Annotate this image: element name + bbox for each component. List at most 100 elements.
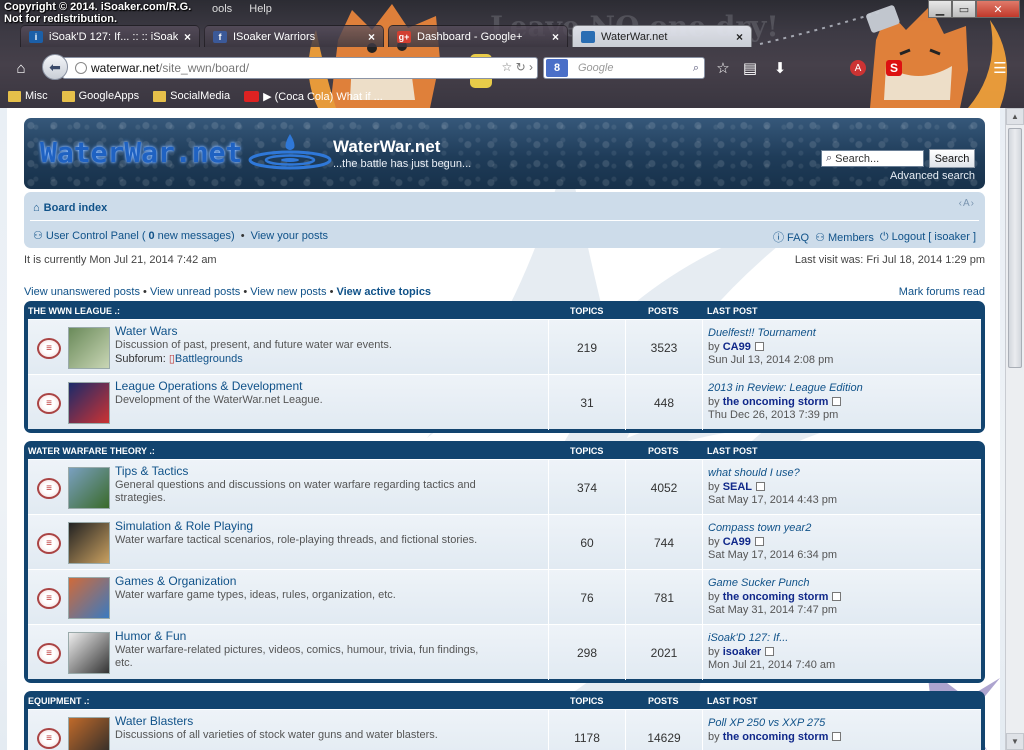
- board-index-link[interactable]: Board index: [44, 202, 108, 214]
- tab-waterwar[interactable]: WaterWar.net ×: [572, 25, 752, 47]
- forum-search-input[interactable]: ⌕ Search...: [821, 150, 924, 167]
- faq-link[interactable]: ⓘ FAQ: [773, 229, 809, 245]
- font-size-toggle[interactable]: ‹A›: [959, 198, 975, 209]
- last-post-author-link[interactable]: SEAL: [723, 481, 752, 493]
- view-latest-post-icon[interactable]: [754, 341, 764, 351]
- minimize-button[interactable]: ▁: [928, 0, 952, 18]
- scroll-up-arrow-icon[interactable]: ▲: [1006, 108, 1024, 125]
- posts-count: 2021: [625, 625, 702, 680]
- bookmark-socialmedia[interactable]: SocialMedia: [153, 87, 230, 105]
- last-post-author-link[interactable]: CA99: [723, 341, 751, 353]
- view-latest-post-icon[interactable]: [832, 591, 842, 601]
- view-unread-link[interactable]: View unread posts: [150, 286, 240, 298]
- last-post-author-link[interactable]: the oncoming storm: [723, 396, 829, 408]
- forum-description: Water warfare-related pictures, videos, …: [115, 644, 479, 669]
- last-post-topic-link[interactable]: what should I use?: [708, 467, 982, 481]
- home-icon[interactable]: ⌂: [11, 58, 31, 78]
- category-title[interactable]: EQUIPMENT .:: [28, 696, 90, 706]
- last-post-topic-link[interactable]: Game Sucker Punch: [708, 577, 982, 591]
- members-link[interactable]: ⚇ Members: [815, 231, 874, 244]
- forum-title-link[interactable]: Simulation & Role Playing: [115, 519, 253, 533]
- breadcrumb[interactable]: ⌂ Board index: [33, 202, 107, 214]
- last-post-author-link[interactable]: the oncoming storm: [723, 731, 829, 743]
- column-header-topics: TOPICS: [570, 696, 604, 706]
- logout-link[interactable]: ⏻ Logout [ isoaker ]: [880, 231, 976, 244]
- close-tab-icon[interactable]: ×: [368, 30, 375, 44]
- forum-title-link[interactable]: Water Blasters: [115, 714, 193, 728]
- bookmarks-list-icon[interactable]: ▤: [740, 58, 760, 78]
- view-latest-post-icon[interactable]: [756, 481, 766, 491]
- bookmark-misc[interactable]: Misc: [8, 87, 48, 105]
- user-control-panel-link[interactable]: ⚇ User Control Panel (0 new messages) • …: [33, 229, 328, 243]
- last-post-topic-link[interactable]: iSoak'D 127: If...: [708, 632, 982, 646]
- menu-hamburger-icon[interactable]: ☰: [990, 58, 1010, 78]
- menu-tools[interactable]: ools: [212, 3, 232, 15]
- last-post-topic-link[interactable]: Duelfest!! Tournament: [708, 327, 982, 341]
- forum-thumbnail-image: [68, 522, 110, 564]
- ucp-label: User Control Panel (: [45, 229, 146, 242]
- forum-read-status-icon: ≡: [37, 393, 61, 414]
- menu-help[interactable]: Help: [249, 3, 272, 15]
- category-title[interactable]: THE WWN LEAGUE .:: [28, 306, 120, 316]
- forum-title-link[interactable]: Water Wars: [115, 324, 177, 338]
- bookmark-star-icon[interactable]: ☆: [713, 58, 733, 78]
- mark-forums-read-link[interactable]: Mark forums read: [899, 286, 985, 298]
- last-post-author-link[interactable]: isoaker: [723, 646, 762, 658]
- close-tab-icon[interactable]: ×: [184, 30, 191, 44]
- close-tab-icon[interactable]: ×: [736, 30, 743, 44]
- search-bar[interactable]: 8 Google ⌕: [543, 57, 705, 79]
- url-bar[interactable]: waterwar.net/site_wwn/board/ ☆ ↻ ›: [62, 57, 538, 79]
- forum-row: ≡ League Operations & Development Developm…: [28, 374, 982, 430]
- category-title[interactable]: WATER WARFARE THEORY .:: [28, 446, 155, 456]
- last-post-author-line: by the oncoming storm: [708, 731, 982, 745]
- reload-icon[interactable]: ☆ ↻ ›: [502, 60, 533, 74]
- scroll-down-arrow-icon[interactable]: ▼: [1006, 733, 1024, 750]
- forum-search-button[interactable]: Search: [929, 149, 975, 168]
- scroll-thumb[interactable]: [1008, 128, 1022, 368]
- quick-links: View unanswered posts • View unread post…: [24, 286, 985, 298]
- close-window-button[interactable]: ✕: [976, 0, 1020, 18]
- last-post-topic-link[interactable]: Compass town year2: [708, 522, 982, 536]
- logout-label: Logout [ isoaker ]: [891, 230, 976, 243]
- tab-strip: i iSoak'D 127: If... :: :: iSoaker... × …: [20, 25, 752, 47]
- bookmarks-toolbar: Misc GoogleApps SocialMedia ▶ (Coca Cola…: [8, 87, 383, 105]
- downloads-icon[interactable]: ⬇: [770, 58, 790, 78]
- last-post-date: Sat May 31, 2014 7:47 pm: [708, 604, 838, 616]
- last-post-author-link[interactable]: the oncoming storm: [723, 591, 829, 603]
- topics-count: 219: [548, 320, 625, 375]
- extension-s-icon[interactable]: S: [886, 60, 902, 76]
- forum-title-link[interactable]: Tips & Tactics: [115, 464, 188, 478]
- view-new-link[interactable]: View new posts: [250, 286, 326, 298]
- bookmark-youtube[interactable]: ▶ (Coca Cola) What if ...: [244, 87, 383, 105]
- view-latest-post-icon[interactable]: [832, 731, 842, 741]
- current-time: It is currently Mon Jul 21, 2014 7:42 am: [24, 254, 217, 266]
- site-logo[interactable]: WaterWar.net: [40, 136, 242, 169]
- maximize-button[interactable]: ▭: [952, 0, 976, 18]
- advanced-search-link[interactable]: Advanced search: [890, 170, 975, 182]
- view-your-posts-link[interactable]: View your posts: [251, 230, 328, 242]
- google-search-engine-icon[interactable]: 8: [546, 59, 568, 77]
- view-latest-post-icon[interactable]: [765, 646, 775, 656]
- tab-google-plus[interactable]: g+ Dashboard - Google+ ×: [388, 25, 568, 47]
- bookmark-googleapps[interactable]: GoogleApps: [61, 87, 139, 105]
- forum-title-link[interactable]: Games & Organization: [115, 574, 236, 588]
- forum-title-link[interactable]: Humor & Fun: [115, 629, 186, 643]
- adblock-icon[interactable]: A: [850, 60, 866, 76]
- view-latest-post-icon[interactable]: [754, 536, 764, 546]
- last-post-date: Mon Jul 21, 2014 7:40 am: [708, 659, 836, 671]
- vertical-scrollbar[interactable]: ▲ ▼: [1005, 108, 1024, 750]
- search-icon[interactable]: ⌕: [693, 62, 699, 75]
- view-active-topics-link[interactable]: View active topics: [336, 286, 431, 298]
- posts-count: 448: [625, 375, 702, 430]
- tab-isoakd[interactable]: i iSoak'D 127: If... :: :: iSoaker... ×: [20, 25, 200, 47]
- close-tab-icon[interactable]: ×: [552, 30, 559, 44]
- last-post-topic-link[interactable]: Poll XP 250 vs XXP 275: [708, 717, 982, 731]
- last-post-author-link[interactable]: CA99: [723, 536, 751, 548]
- back-button[interactable]: ⬅: [42, 54, 68, 80]
- subforum-link[interactable]: Battlegrounds: [175, 353, 243, 365]
- view-unanswered-link[interactable]: View unanswered posts: [24, 286, 140, 298]
- view-latest-post-icon[interactable]: [832, 396, 842, 406]
- tab-facebook[interactable]: f ISoaker Warriors ×: [204, 25, 384, 47]
- forum-title-link[interactable]: League Operations & Development: [115, 379, 302, 393]
- last-post-topic-link[interactable]: 2013 in Review: League Edition: [708, 382, 982, 396]
